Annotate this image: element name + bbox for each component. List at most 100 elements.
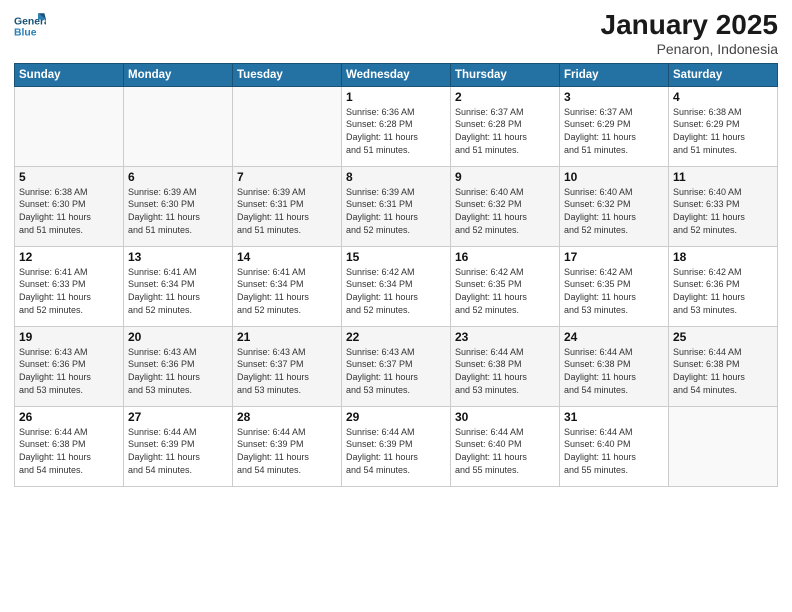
calendar-cell: 24 Sunrise: 6:44 AM Sunset: 6:38 PM Dayli… (560, 326, 669, 406)
main-title: January 2025 (601, 10, 778, 41)
day-info: Sunrise: 6:43 AM Sunset: 6:36 PM Dayligh… (128, 346, 228, 396)
day-info: Sunrise: 6:38 AM Sunset: 6:29 PM Dayligh… (673, 106, 773, 156)
day-number: 26 (19, 410, 119, 424)
calendar-week-4: 26Sunrise: 6:44 AM Sunset: 6:38 PM Dayli… (15, 406, 778, 486)
header-tuesday: Tuesday (233, 63, 342, 86)
calendar-cell: 27 Sunrise: 6:44 AM Sunset: 6:39 PM Dayli… (124, 406, 233, 486)
calendar-cell: 7 Sunrise: 6:39 AM Sunset: 6:31 PM Daylig… (233, 166, 342, 246)
day-info: Sunrise: 6:38 AM Sunset: 6:30 PM Dayligh… (19, 186, 119, 236)
day-info: Sunrise: 6:39 AM Sunset: 6:31 PM Dayligh… (346, 186, 446, 236)
day-info: Sunrise: 6:41 AM Sunset: 6:34 PM Dayligh… (128, 266, 228, 316)
calendar-cell: 22Sunrise: 6:43 AM Sunset: 6:37 PM Dayli… (342, 326, 451, 406)
day-info: Sunrise: 6:43 AM Sunset: 6:36 PM Dayligh… (19, 346, 119, 396)
day-info: Sunrise: 6:42 AM Sunset: 6:36 PM Dayligh… (673, 266, 773, 316)
day-number: 15 (346, 250, 446, 264)
calendar-cell (233, 86, 342, 166)
calendar-cell: 20 Sunrise: 6:43 AM Sunset: 6:36 PM Dayli… (124, 326, 233, 406)
day-number: 3 (564, 90, 664, 104)
day-info: Sunrise: 6:44 AM Sunset: 6:38 PM Dayligh… (564, 346, 664, 396)
day-number: 14 (237, 250, 337, 264)
day-info: Sunrise: 6:44 AM Sunset: 6:38 PM Dayligh… (673, 346, 773, 396)
day-info: Sunrise: 6:40 AM Sunset: 6:32 PM Dayligh… (455, 186, 555, 236)
day-number: 4 (673, 90, 773, 104)
day-number: 17 (564, 250, 664, 264)
day-number: 28 (237, 410, 337, 424)
day-number: 25 (673, 330, 773, 344)
calendar-cell: 5Sunrise: 6:38 AM Sunset: 6:30 PM Daylig… (15, 166, 124, 246)
calendar-week-2: 12 Sunrise: 6:41 AM Sunset: 6:33 PM Dayli… (15, 246, 778, 326)
day-number: 9 (455, 170, 555, 184)
day-number: 13 (128, 250, 228, 264)
day-number: 2 (455, 90, 555, 104)
day-number: 24 (564, 330, 664, 344)
day-info: Sunrise: 6:43 AM Sunset: 6:37 PM Dayligh… (346, 346, 446, 396)
day-info: Sunrise: 6:43 AM Sunset: 6:37 PM Dayligh… (237, 346, 337, 396)
day-number: 7 (237, 170, 337, 184)
calendar-cell: 16 Sunrise: 6:42 AM Sunset: 6:35 PM Dayli… (451, 246, 560, 326)
calendar-cell (669, 406, 778, 486)
calendar-cell: 23Sunrise: 6:44 AM Sunset: 6:38 PM Dayli… (451, 326, 560, 406)
day-info: Sunrise: 6:39 AM Sunset: 6:30 PM Dayligh… (128, 186, 228, 236)
day-info: Sunrise: 6:41 AM Sunset: 6:34 PM Dayligh… (237, 266, 337, 316)
svg-text:Blue: Blue (14, 28, 37, 39)
day-info: Sunrise: 6:44 AM Sunset: 6:39 PM Dayligh… (237, 426, 337, 476)
calendar-cell: 28 Sunrise: 6:44 AM Sunset: 6:39 PM Dayli… (233, 406, 342, 486)
subtitle: Penaron, Indonesia (601, 41, 778, 57)
header-thursday: Thursday (451, 63, 560, 86)
day-info: Sunrise: 6:44 AM Sunset: 6:40 PM Dayligh… (564, 426, 664, 476)
day-info: Sunrise: 6:42 AM Sunset: 6:35 PM Dayligh… (564, 266, 664, 316)
calendar-cell: 3 Sunrise: 6:37 AM Sunset: 6:29 PM Daylig… (560, 86, 669, 166)
calendar-cell: 25 Sunrise: 6:44 AM Sunset: 6:38 PM Dayli… (669, 326, 778, 406)
day-info: Sunrise: 6:44 AM Sunset: 6:40 PM Dayligh… (455, 426, 555, 476)
calendar-cell (124, 86, 233, 166)
calendar-cell: 6 Sunrise: 6:39 AM Sunset: 6:30 PM Daylig… (124, 166, 233, 246)
day-number: 20 (128, 330, 228, 344)
calendar-cell: 13 Sunrise: 6:41 AM Sunset: 6:34 PM Dayli… (124, 246, 233, 326)
day-info: Sunrise: 6:42 AM Sunset: 6:34 PM Dayligh… (346, 266, 446, 316)
calendar-cell: 30 Sunrise: 6:44 AM Sunset: 6:40 PM Dayli… (451, 406, 560, 486)
calendar-cell: 31 Sunrise: 6:44 AM Sunset: 6:40 PM Dayli… (560, 406, 669, 486)
day-number: 19 (19, 330, 119, 344)
calendar-cell (15, 86, 124, 166)
day-number: 27 (128, 410, 228, 424)
logo: General Blue (14, 10, 46, 42)
calendar-cell: 18 Sunrise: 6:42 AM Sunset: 6:36 PM Dayli… (669, 246, 778, 326)
header: General Blue January 2025 Penaron, Indon… (14, 10, 778, 57)
day-number: 6 (128, 170, 228, 184)
day-info: Sunrise: 6:37 AM Sunset: 6:28 PM Dayligh… (455, 106, 555, 156)
day-number: 8 (346, 170, 446, 184)
day-number: 18 (673, 250, 773, 264)
day-info: Sunrise: 6:37 AM Sunset: 6:29 PM Dayligh… (564, 106, 664, 156)
calendar-cell: 11Sunrise: 6:40 AM Sunset: 6:33 PM Dayli… (669, 166, 778, 246)
day-number: 21 (237, 330, 337, 344)
calendar-cell: 8 Sunrise: 6:39 AM Sunset: 6:31 PM Daylig… (342, 166, 451, 246)
day-info: Sunrise: 6:36 AM Sunset: 6:28 PM Dayligh… (346, 106, 446, 156)
page: General Blue January 2025 Penaron, Indon… (0, 0, 792, 612)
calendar-week-3: 19 Sunrise: 6:43 AM Sunset: 6:36 PM Dayli… (15, 326, 778, 406)
day-info: Sunrise: 6:44 AM Sunset: 6:39 PM Dayligh… (346, 426, 446, 476)
calendar-cell: 10Sunrise: 6:40 AM Sunset: 6:32 PM Dayli… (560, 166, 669, 246)
header-monday: Monday (124, 63, 233, 86)
day-number: 16 (455, 250, 555, 264)
day-info: Sunrise: 6:39 AM Sunset: 6:31 PM Dayligh… (237, 186, 337, 236)
calendar-cell: 15 Sunrise: 6:42 AM Sunset: 6:34 PM Dayli… (342, 246, 451, 326)
day-number: 31 (564, 410, 664, 424)
calendar-cell: 2 Sunrise: 6:37 AM Sunset: 6:28 PM Daylig… (451, 86, 560, 166)
day-info: Sunrise: 6:44 AM Sunset: 6:38 PM Dayligh… (455, 346, 555, 396)
calendar-cell: 14 Sunrise: 6:41 AM Sunset: 6:34 PM Dayli… (233, 246, 342, 326)
day-info: Sunrise: 6:44 AM Sunset: 6:39 PM Dayligh… (128, 426, 228, 476)
title-block: January 2025 Penaron, Indonesia (601, 10, 778, 57)
day-number: 12 (19, 250, 119, 264)
calendar-cell: 1 Sunrise: 6:36 AM Sunset: 6:28 PM Daylig… (342, 86, 451, 166)
calendar-week-1: 5Sunrise: 6:38 AM Sunset: 6:30 PM Daylig… (15, 166, 778, 246)
day-info: Sunrise: 6:41 AM Sunset: 6:33 PM Dayligh… (19, 266, 119, 316)
day-info: Sunrise: 6:42 AM Sunset: 6:35 PM Dayligh… (455, 266, 555, 316)
day-number: 30 (455, 410, 555, 424)
day-number: 29 (346, 410, 446, 424)
calendar-table: Sunday Monday Tuesday Wednesday Thursday… (14, 63, 778, 487)
calendar-cell: 26Sunrise: 6:44 AM Sunset: 6:38 PM Dayli… (15, 406, 124, 486)
day-number: 1 (346, 90, 446, 104)
calendar-cell: 21 Sunrise: 6:43 AM Sunset: 6:37 PM Dayli… (233, 326, 342, 406)
header-friday: Friday (560, 63, 669, 86)
calendar-cell: 12 Sunrise: 6:41 AM Sunset: 6:33 PM Dayli… (15, 246, 124, 326)
